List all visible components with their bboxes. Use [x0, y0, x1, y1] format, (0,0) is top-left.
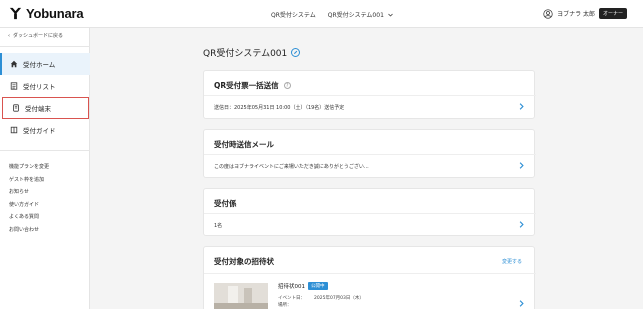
device-icon [13, 104, 19, 112]
sidebar-item-list[interactable]: 受付リスト [0, 75, 90, 97]
invitation-card: 受付対象の招待状 変更する 招待状001 公開中 イベント日： 2025年07月… [203, 246, 536, 309]
sidebar-item-guide[interactable]: 受付ガイド [0, 119, 90, 141]
sidebar-link-change-plan[interactable]: 機能プランを変更 [9, 161, 49, 174]
card-heading-text: 受付時送信メール [214, 140, 274, 149]
event-date-label: イベント日： [278, 296, 305, 301]
pencil-icon [294, 50, 298, 54]
divider [0, 46, 90, 47]
reception-mail-preview: この度はヨブナライベントにご来場いただき誠にありがとうござい... [214, 164, 369, 170]
user-name: ヨブナラ 太郎 [557, 11, 595, 18]
top-nav: QR受付システム QR受付システム001 [271, 10, 393, 19]
page-title-text: QR受付システム001 [203, 49, 288, 59]
card-heading-text: 受付係 [214, 199, 237, 208]
chevron-right-icon[interactable] [519, 162, 524, 169]
chevron-right-icon[interactable] [519, 103, 524, 110]
card-heading: QR受付票一括送信 ? [214, 80, 291, 91]
sidebar-item-label: 受付ガイド [23, 127, 56, 135]
sidebar-link-usage-guide[interactable]: 使い方ガイド [9, 199, 49, 212]
help-icon[interactable]: ? [283, 82, 291, 89]
role-badge: オーナー [598, 8, 627, 19]
event-date-row: イベント日： 2025年07月03日（木） [278, 295, 364, 301]
logo-mark-icon [9, 7, 22, 20]
back-label: ダッシュボードに戻る [13, 33, 64, 39]
home-icon [10, 60, 18, 68]
logo-text: Yobunara [26, 6, 84, 21]
sidebar-links: 機能プランを変更 ゲスト枠を追加 お知らせ 使い方ガイド よくある質問 お問い合… [9, 161, 49, 236]
back-to-dashboard-link[interactable]: ‹ ダッシュボードに戻る [8, 32, 64, 40]
staff-card: 受付係 1名 [203, 188, 536, 236]
sidebar-item-home[interactable]: 受付ホーム [0, 53, 90, 75]
card-heading-text: QR受付票一括送信 [214, 81, 279, 90]
divider [204, 95, 536, 96]
event-date-value: 2025年07月03日（木） [314, 296, 364, 301]
invitation-title: 招待状001 公開中 [278, 282, 328, 290]
divider [204, 213, 536, 214]
divider [204, 154, 536, 155]
page-title: QR受付システム001 [203, 46, 301, 59]
sidebar-link-faq[interactable]: よくある質問 [9, 211, 49, 224]
top-bar: Yobunara QR受付システム QR受付システム001 ヨブナラ 太郎 オー… [0, 0, 643, 28]
list-icon [10, 82, 18, 90]
sidebar-item-terminal[interactable]: 受付端末 [2, 97, 89, 119]
user-icon [543, 8, 553, 19]
invitation-name: 招待状001 [278, 284, 305, 290]
user-menu[interactable]: ヨブナラ 太郎 オーナー [543, 8, 627, 19]
card-heading: 受付係 [214, 198, 237, 209]
sidebar: ‹ ダッシュボードに戻る 受付ホーム 受付リスト 受付端末 受付ガイド 機能プラ… [0, 28, 90, 309]
bulk-send-card: QR受付票一括送信 ? 送信日：2025年05月31日 10:00（土）（19名… [203, 70, 536, 119]
nav-system-label: QR受付システム001 [327, 12, 384, 19]
chevron-right-icon[interactable] [519, 300, 524, 307]
divider [204, 273, 536, 274]
nav-qr-system[interactable]: QR受付システム [271, 10, 316, 19]
sidebar-link-contact[interactable]: お問い合わせ [9, 224, 49, 237]
card-heading: 受付対象の招待状 [214, 256, 274, 267]
edit-title-button[interactable] [291, 48, 301, 57]
sidebar-item-label: 受付ホーム [23, 61, 56, 69]
card-heading-text: 受付対象の招待状 [214, 257, 274, 266]
staff-count: 1名 [214, 223, 223, 229]
change-invitation-link[interactable]: 変更する [502, 258, 522, 265]
sidebar-link-news[interactable]: お知らせ [9, 186, 49, 199]
bulk-send-schedule: 送信日：2025年05月31日 10:00（土）（19名）送信予定 [214, 105, 345, 111]
chevron-left-icon: ‹ [8, 32, 10, 39]
chevron-right-icon[interactable] [519, 221, 524, 228]
status-badge: 公開中 [308, 282, 328, 290]
chevron-down-icon [388, 13, 393, 17]
nav-system-select[interactable]: QR受付システム001 [328, 10, 393, 19]
book-icon [10, 126, 18, 134]
room-image [214, 283, 268, 309]
reception-mail-card: 受付時送信メール この度はヨブナライベントにご来場いただき誠にありがとうござい.… [203, 129, 536, 178]
logo[interactable]: Yobunara [8, 6, 84, 21]
sidebar-item-label: 受付端末 [25, 105, 51, 113]
place-row: 場所： [278, 302, 292, 308]
invitation-thumbnail [214, 283, 268, 309]
divider [0, 150, 90, 151]
card-heading: 受付時送信メール [214, 139, 274, 150]
sidebar-link-add-guest[interactable]: ゲスト枠を追加 [9, 174, 49, 187]
sidebar-item-label: 受付リスト [23, 83, 56, 91]
place-label: 場所： [278, 303, 292, 308]
